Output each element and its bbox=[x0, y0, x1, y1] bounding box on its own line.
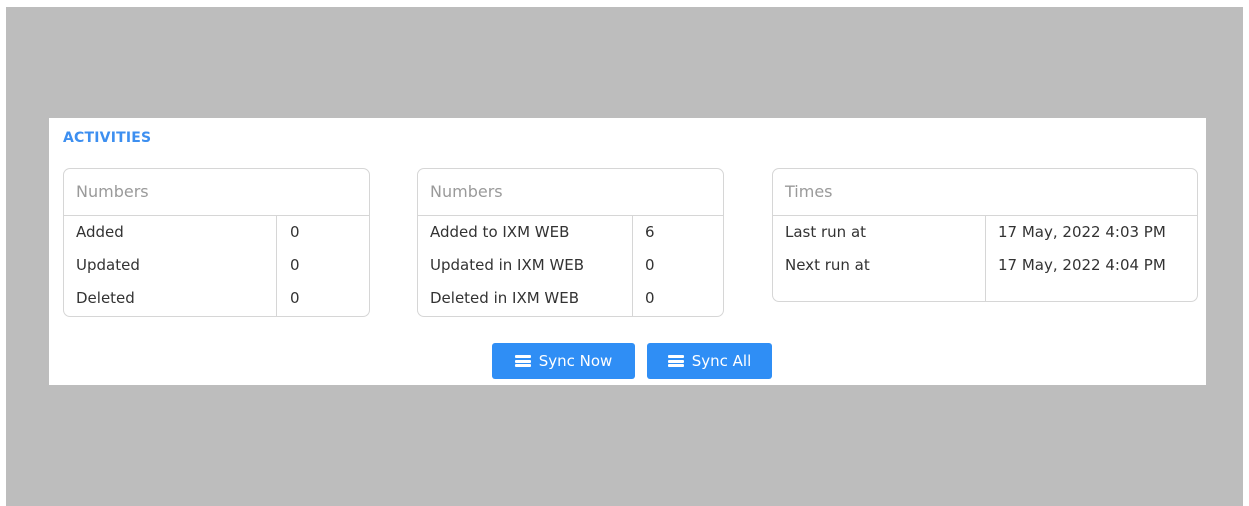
table-row: Updated 0 bbox=[64, 249, 369, 282]
sync-all-button[interactable]: Sync All bbox=[647, 343, 772, 379]
table-row: Next run at 17 May, 2022 4:04 PM bbox=[773, 249, 1197, 282]
row-label: Updated bbox=[76, 256, 140, 274]
server-icon bbox=[667, 355, 684, 367]
card-header: Numbers bbox=[418, 169, 723, 216]
row-value: 17 May, 2022 4:03 PM bbox=[998, 223, 1166, 241]
table-row: Added to IXM WEB 6 bbox=[418, 216, 723, 249]
row-value: 0 bbox=[290, 289, 300, 307]
row-label: Deleted bbox=[76, 289, 135, 307]
table-row: Updated in IXM WEB 0 bbox=[418, 249, 723, 282]
card-header: Times bbox=[773, 169, 1197, 216]
row-value: 0 bbox=[290, 223, 300, 241]
table-row: Deleted 0 bbox=[64, 282, 369, 315]
table-row: Added 0 bbox=[64, 216, 369, 249]
row-value: 0 bbox=[645, 256, 655, 274]
table-row: Last run at 17 May, 2022 4:03 PM bbox=[773, 216, 1197, 249]
row-label: Last run at bbox=[785, 223, 867, 241]
card-header: Numbers bbox=[64, 169, 369, 216]
server-icon bbox=[514, 355, 531, 367]
row-label: Added bbox=[76, 223, 124, 241]
row-value: 0 bbox=[645, 289, 655, 307]
activities-panel: ACTIVITIES Numbers Added 0 Updated 0 Del… bbox=[49, 118, 1206, 385]
row-value: 6 bbox=[645, 223, 655, 241]
numbers-card-local: Numbers Added 0 Updated 0 Deleted 0 bbox=[63, 168, 370, 317]
sync-all-label: Sync All bbox=[691, 352, 752, 370]
row-label: Next run at bbox=[785, 256, 870, 274]
row-value: 0 bbox=[290, 256, 300, 274]
panel-title: ACTIVITIES bbox=[63, 130, 152, 146]
row-value: 17 May, 2022 4:04 PM bbox=[998, 256, 1166, 274]
sync-now-label: Sync Now bbox=[538, 352, 613, 370]
numbers-card-ixm: Numbers Added to IXM WEB 6 Updated in IX… bbox=[417, 168, 724, 317]
row-label: Added to IXM WEB bbox=[430, 223, 570, 241]
times-card: Times Last run at 17 May, 2022 4:03 PM N… bbox=[772, 168, 1198, 302]
table-row: Deleted in IXM WEB 0 bbox=[418, 282, 723, 315]
row-label: Updated in IXM WEB bbox=[430, 256, 585, 274]
row-label: Deleted in IXM WEB bbox=[430, 289, 580, 307]
sync-now-button[interactable]: Sync Now bbox=[492, 343, 635, 379]
